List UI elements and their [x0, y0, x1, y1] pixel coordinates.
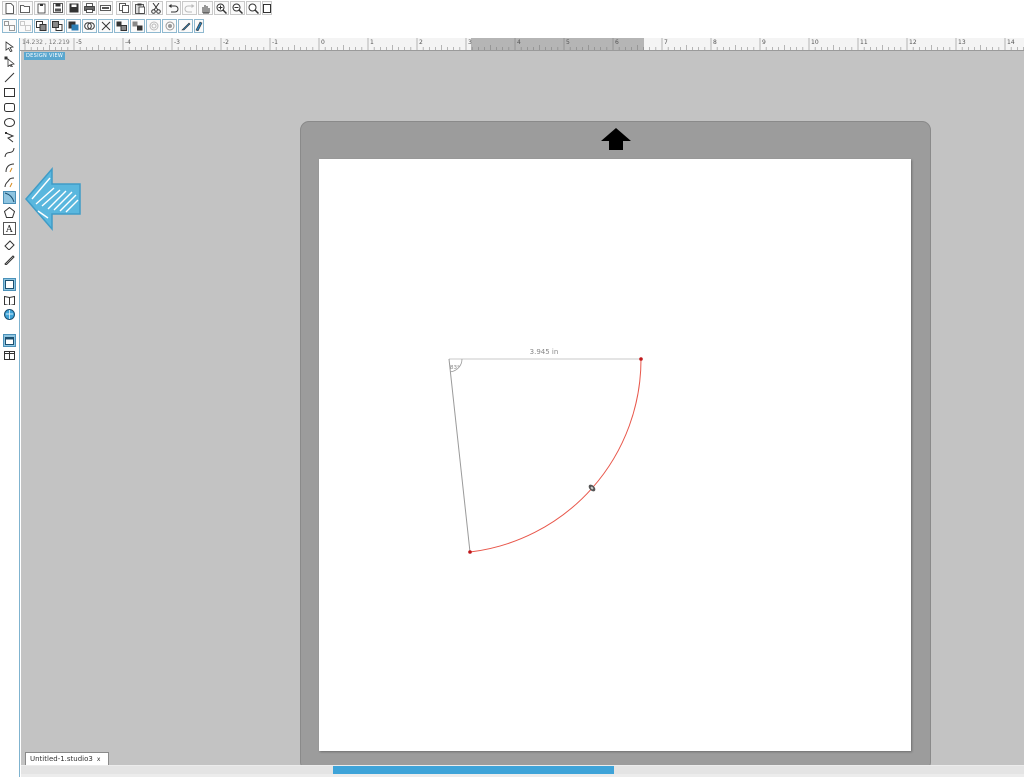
ruler-label: 13	[958, 39, 966, 46]
bottom-bar: Untitled-1.studio3 x	[21, 752, 1024, 777]
mirror-icon[interactable]	[130, 19, 145, 33]
ruler-label: 2	[419, 39, 423, 46]
angle-label: 83°	[450, 365, 460, 371]
save-as-icon[interactable]	[66, 1, 81, 15]
ruler-label: 5	[566, 39, 570, 46]
ruler-label: 3	[468, 39, 472, 46]
offset-icon[interactable]	[146, 19, 161, 33]
text-tool-icon[interactable]: A	[3, 222, 16, 235]
redo-icon[interactable]	[182, 1, 197, 15]
freehand-tool-icon[interactable]	[3, 176, 16, 189]
bring-front-icon[interactable]	[34, 19, 49, 33]
save-template-icon[interactable]	[34, 1, 49, 15]
zoom-in-icon[interactable]	[214, 1, 229, 15]
regular-polygon-tool-icon[interactable]	[3, 206, 16, 219]
design-view-icon[interactable]	[3, 334, 16, 347]
svg-text:A: A	[5, 225, 13, 233]
horizontal-scroll-thumb[interactable]	[333, 766, 614, 774]
design-view-label: DESIGN VIEW	[24, 52, 66, 60]
ruler-label: 12	[909, 39, 917, 46]
horizontal-ruler: 14.232 , 12.219 -5 -4 -3 -2 -1 0 1 2 3 4 5 6 7 8 9 10 11…	[20, 38, 1024, 51]
point-edit-icon[interactable]	[3, 55, 16, 68]
secondary-toolbar	[0, 19, 204, 36]
design-canvas[interactable]: DESIGN VIEW 3.945 in 83°	[21, 51, 1024, 771]
ruler-label: -3	[174, 39, 180, 46]
weld-icon[interactable]	[82, 19, 97, 33]
ruler-label: 10	[811, 39, 819, 46]
cutting-mat: 3.945 in 83°	[300, 121, 931, 771]
cursor-coordinates: 14.232 , 12.219	[22, 39, 70, 46]
close-tab-icon[interactable]: x	[97, 756, 101, 763]
zoom-select-icon[interactable]	[246, 1, 261, 15]
design-page[interactable]: 3.945 in 83°	[319, 159, 911, 751]
group-icon[interactable]	[2, 19, 17, 33]
document-tab[interactable]: Untitled-1.studio3 x	[25, 752, 110, 765]
ruler-label: -4	[125, 39, 131, 46]
ruler-label: 14	[1007, 39, 1015, 46]
new-document-icon[interactable]	[2, 1, 17, 15]
rectangle-tool-icon[interactable]	[3, 86, 16, 99]
paste-icon[interactable]	[132, 1, 147, 15]
arc-shape[interactable]	[469, 358, 642, 553]
select-arrow-icon[interactable]	[3, 40, 16, 53]
page-view-icon[interactable]	[3, 278, 16, 291]
ruler-ticks	[24, 38, 1024, 50]
send-to-cutter-icon[interactable]	[98, 1, 113, 15]
library-icon[interactable]	[3, 293, 16, 306]
knife-icon[interactable]	[178, 19, 193, 33]
polygon-tool-icon[interactable]	[3, 131, 16, 144]
zoom-out-icon[interactable]	[230, 1, 245, 15]
ruler-label: 7	[664, 39, 668, 46]
trace-icon[interactable]	[162, 19, 177, 33]
ruler-label: 8	[713, 39, 717, 46]
eraser-tool-icon[interactable]	[3, 238, 16, 251]
hint-arrow-icon	[25, 166, 81, 232]
open-icon[interactable]	[18, 1, 33, 15]
line-tool-icon[interactable]	[3, 71, 16, 84]
arc-selected-tool-icon[interactable]	[3, 191, 16, 204]
online-store-icon[interactable]	[3, 308, 16, 321]
split-view-icon[interactable]	[3, 349, 16, 362]
arc-end-point[interactable]	[468, 550, 472, 554]
ellipse-tool-icon[interactable]	[3, 116, 16, 129]
rounded-rectangle-tool-icon[interactable]	[3, 101, 16, 114]
cut-icon[interactable]	[148, 1, 163, 15]
eraser-icon[interactable]	[194, 19, 204, 33]
ungroup-icon[interactable]	[18, 19, 33, 33]
send-back-icon[interactable]	[50, 19, 65, 33]
pan-hand-icon[interactable]	[198, 1, 213, 15]
radius-line	[448, 358, 471, 553]
fit-to-page-icon[interactable]	[262, 1, 272, 15]
ruler-label: 11	[860, 39, 868, 46]
drawing-layer: 3.945 in 83°	[448, 348, 643, 554]
arc-tool-icon[interactable]	[3, 161, 16, 174]
ruler-label: 0	[321, 39, 325, 46]
forward-icon[interactable]	[66, 19, 81, 33]
left-tool-strip: A	[0, 38, 20, 777]
main-toolbar	[0, 1, 272, 18]
print-icon[interactable]	[82, 1, 97, 15]
mat-direction-arrow-icon	[601, 128, 631, 150]
duplicate-icon[interactable]	[114, 19, 129, 33]
curve-tool-icon[interactable]	[3, 146, 16, 159]
ruler-label: 4	[517, 39, 521, 46]
dimension-label: 3.945 in	[530, 348, 559, 356]
ruler-label: 6	[615, 39, 619, 46]
ruler-label: -2	[223, 39, 229, 46]
knife-tool-icon[interactable]	[3, 253, 16, 266]
copy-icon[interactable]	[116, 1, 131, 15]
save-icon[interactable]	[50, 1, 65, 15]
delete-icon[interactable]	[98, 19, 113, 33]
ruler-label: -5	[76, 39, 82, 46]
ruler-label: 9	[762, 39, 766, 46]
ruler-label: -1	[272, 39, 278, 46]
document-tab-label: Untitled-1.studio3	[30, 755, 93, 763]
arc-start-point[interactable]	[639, 357, 643, 361]
undo-icon[interactable]	[166, 1, 181, 15]
ruler-label: 1	[370, 39, 374, 46]
